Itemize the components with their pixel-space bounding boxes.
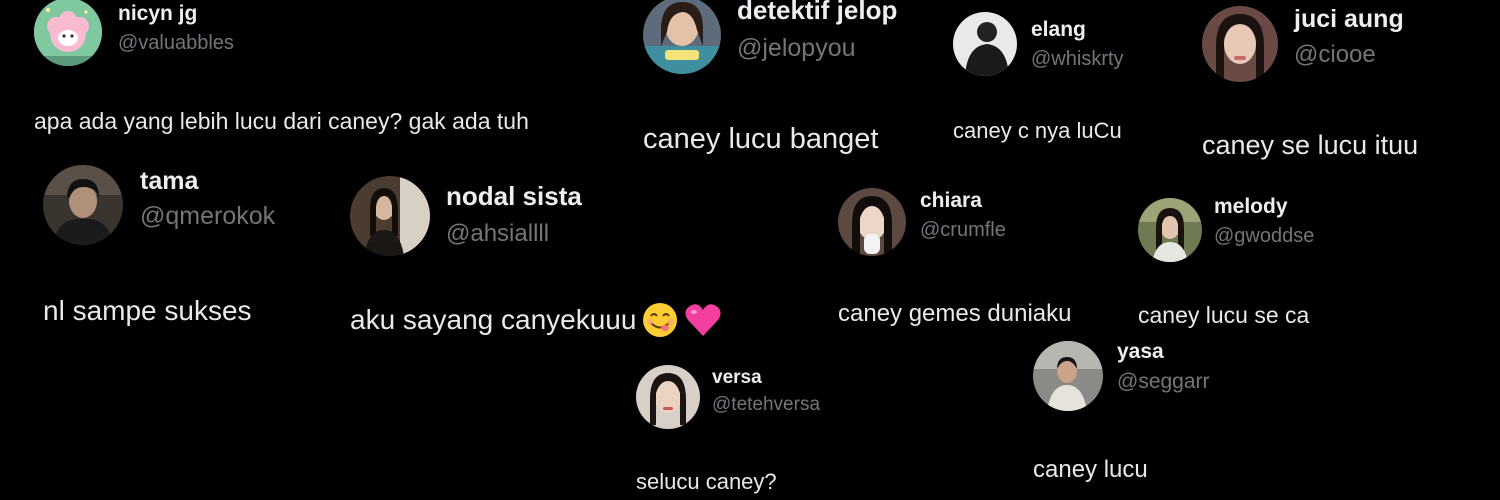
post-text: caney lucu [1033,456,1148,483]
post-author-handle[interactable]: @crumfle [920,219,1006,242]
post-author-name[interactable]: chiara [920,189,1006,213]
post-text: selucu caney? [636,469,777,494]
post-text: caney lucu se ca [1138,302,1310,328]
post-author-handle[interactable]: @ahsiallll [446,220,582,248]
girl-photo-avatar-icon[interactable] [838,188,906,256]
collage-canvas: nicyn jg @valuabbles apa ada yang lebih … [0,0,1500,500]
post-author-handle[interactable]: @qmerokok [140,202,275,231]
post-text: apa ada yang lebih lucu dari caney? gak … [34,108,529,134]
post-author-name[interactable]: juci aung [1294,5,1404,34]
post-text: aku sayang canyekuuu [350,304,637,335]
post-author-handle[interactable]: @whiskrty [1031,48,1124,71]
post-text: caney lucu banget [643,123,879,155]
post-author-handle[interactable]: @gwoddse [1214,225,1314,248]
girl-photo-avatar-icon[interactable] [636,365,700,429]
post-author-name[interactable]: melody [1214,195,1314,219]
post-text-row: aku sayang canyekuuu [350,302,722,338]
post-author-handle[interactable]: @seggarr [1117,370,1210,394]
sheep-avatar-icon[interactable] [34,0,102,66]
pink-heart-emoji-icon [684,302,722,338]
post-text: nl sampe sukses [43,295,252,326]
person-dark-avatar-icon[interactable] [953,12,1017,76]
yum-face-emoji-icon [642,302,678,338]
girl-photo-avatar-icon[interactable] [1202,6,1278,82]
post-text: caney gemes duniaku [838,300,1072,327]
post-author-name[interactable]: tama [140,167,275,196]
post-author-handle[interactable]: @jelopyou [737,34,897,63]
post-author-name[interactable]: nodal sista [446,181,582,212]
post-author-handle[interactable]: @ciooe [1294,41,1404,69]
person-dark-avatar-icon[interactable] [43,165,123,245]
post-text: caney c nya luCu [953,118,1122,143]
post-author-name[interactable]: yasa [1117,340,1210,364]
girl-photo-avatar-icon[interactable] [643,0,721,74]
post-author-name[interactable]: nicyn jg [118,2,234,26]
girl-photo-avatar-icon[interactable] [350,176,430,256]
boy-photo-avatar-icon[interactable] [1033,341,1103,411]
post-text: caney se lucu ituu [1202,130,1419,160]
post-author-name[interactable]: versa [712,367,820,389]
girl-photo-avatar-icon[interactable] [1138,198,1202,262]
post-author-handle[interactable]: @tetehversa [712,394,820,416]
post-author-handle[interactable]: @valuabbles [118,32,234,55]
post-author-name[interactable]: detektif jelop [737,0,897,26]
post-author-name[interactable]: elang [1031,18,1124,42]
